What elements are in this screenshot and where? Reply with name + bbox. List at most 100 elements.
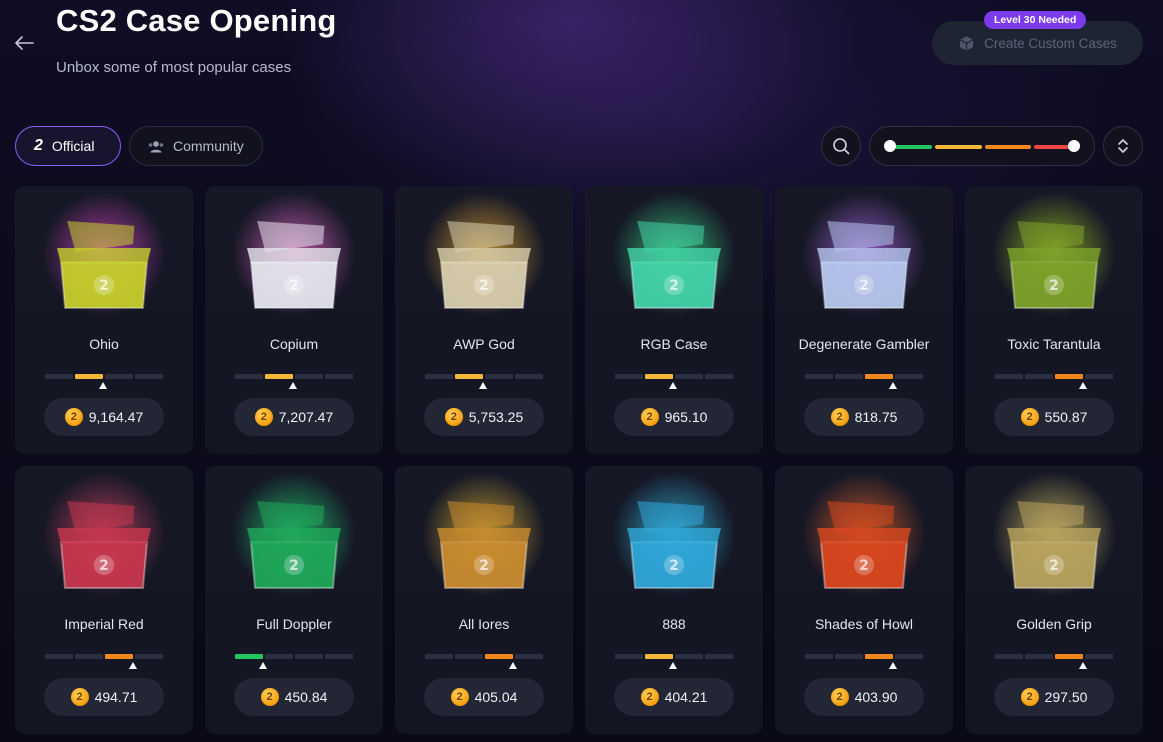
risk-meter-segment: [995, 374, 1023, 379]
search-icon: [833, 138, 850, 155]
case-price-button[interactable]: 2 7,207.47: [234, 398, 354, 436]
range-segment-green: [895, 145, 932, 149]
risk-meter-segment: [895, 654, 923, 659]
risk-meter-segment: [235, 654, 263, 659]
range-max-handle[interactable]: [1068, 140, 1080, 152]
case-price-button[interactable]: 2 9,164.47: [44, 398, 164, 436]
risk-meter: [235, 374, 353, 389]
case-card[interactable]: 2 AWP God 2 5,753.25: [395, 186, 573, 454]
risk-range-slider[interactable]: [869, 126, 1095, 166]
case-price-button[interactable]: 2 5,753.25: [424, 398, 544, 436]
case-name: RGB Case: [640, 336, 708, 352]
risk-meter-segment: [325, 374, 353, 379]
risk-meter-segment: [675, 374, 703, 379]
sort-button[interactable]: [1103, 126, 1143, 166]
case-name: Toxic Tarantula: [1007, 336, 1101, 352]
case-price-button[interactable]: 2 403.90: [804, 678, 924, 716]
risk-meter-segment: [865, 654, 893, 659]
back-button[interactable]: [12, 32, 36, 54]
case-card[interactable]: 2 Copium 2 7,207.47: [205, 186, 383, 454]
case-price: 450.84: [284, 689, 328, 705]
coin-icon: 2: [254, 408, 273, 426]
case-price-button[interactable]: 2 965.10: [614, 398, 734, 436]
case-image: 2: [799, 472, 929, 602]
case-card[interactable]: 2 888 2 404.21: [585, 466, 763, 734]
sort-updown-icon: [1118, 139, 1128, 153]
coin-icon: 2: [444, 408, 463, 426]
case-name: Copium: [269, 336, 319, 352]
case-card[interactable]: 2 Imperial Red 2 494.71: [15, 466, 193, 734]
svg-text:2: 2: [99, 278, 109, 294]
risk-meter-segment: [1055, 654, 1083, 659]
coin-icon: 2: [830, 688, 849, 706]
svg-text:2: 2: [99, 558, 109, 574]
risk-pointer-icon: [479, 382, 487, 389]
case-name: Degenerate Gambler: [798, 336, 930, 352]
case-price: 403.90: [854, 689, 898, 705]
tab-official-label: Official: [51, 138, 95, 154]
svg-text:2: 2: [859, 558, 869, 574]
case-name: Ohio: [89, 336, 119, 352]
risk-pointer-icon: [889, 662, 897, 669]
coin-icon: 2: [830, 408, 849, 426]
risk-meter-segment: [835, 654, 863, 659]
svg-text:2: 2: [1049, 278, 1059, 294]
risk-meter-segment: [835, 374, 863, 379]
case-price-button[interactable]: 2 818.75: [804, 398, 924, 436]
tab-community[interactable]: Community: [129, 126, 263, 166]
case-card[interactable]: 2 Golden Grip 2 297.50: [965, 466, 1143, 734]
case-card[interactable]: 2 Toxic Tarantula 2 550.87: [965, 186, 1143, 454]
risk-meter-segment: [105, 374, 133, 379]
case-image: 2: [39, 192, 169, 322]
page-subtitle: Unbox some of most popular cases: [56, 59, 292, 76]
risk-meter: [615, 654, 733, 669]
case-card[interactable]: 2 Shades of Howl 2 403.90: [775, 466, 953, 734]
case-name: AWP God: [453, 336, 515, 352]
risk-pointer-icon: [99, 382, 107, 389]
range-min-handle[interactable]: [884, 140, 896, 152]
risk-meter: [425, 374, 543, 389]
case-price-button[interactable]: 2 550.87: [994, 398, 1114, 436]
coin-icon: 2: [640, 688, 659, 706]
case-price: 550.87: [1044, 409, 1088, 425]
risk-meter-segment: [615, 654, 643, 659]
search-button[interactable]: [821, 126, 861, 166]
risk-pointer-icon: [889, 382, 897, 389]
risk-meter-segment: [515, 654, 543, 659]
case-name: Shades of Howl: [814, 616, 914, 632]
tab-official[interactable]: 2 Official: [15, 126, 121, 166]
coin-icon: 2: [450, 688, 469, 706]
case-price: 297.50: [1044, 689, 1088, 705]
case-price: 7,207.47: [278, 409, 334, 425]
case-price-button[interactable]: 2 405.04: [424, 678, 544, 716]
case-name: Imperial Red: [64, 616, 144, 632]
case-card[interactable]: 2 Full Doppler 2 450.84: [205, 466, 383, 734]
risk-pointer-icon: [509, 662, 517, 669]
svg-text:2: 2: [289, 278, 299, 294]
case-price: 494.71: [94, 689, 138, 705]
risk-meter-segment: [1025, 374, 1053, 379]
case-card[interactable]: 2 All Iores 2 405.04: [395, 466, 573, 734]
svg-text:2: 2: [669, 558, 679, 574]
case-price-button[interactable]: 2 404.21: [614, 678, 734, 716]
svg-text:2: 2: [1049, 558, 1059, 574]
case-name: Golden Grip: [1016, 616, 1092, 632]
risk-meter-segment: [135, 374, 163, 379]
case-card[interactable]: 2 Ohio 2 9,164.47: [15, 186, 193, 454]
tab-community-label: Community: [173, 138, 244, 154]
risk-meter-segment: [455, 374, 483, 379]
case-price-button[interactable]: 2 297.50: [994, 678, 1114, 716]
level-required-badge: Level 30 Needed: [984, 11, 1087, 29]
case-price-button[interactable]: 2 450.84: [234, 678, 354, 716]
case-card[interactable]: 2 Degenerate Gambler 2 818.75: [775, 186, 953, 454]
case-card[interactable]: 2 RGB Case 2 965.10: [585, 186, 763, 454]
case-price-button[interactable]: 2 494.71: [44, 678, 164, 716]
case-price: 965.10: [664, 409, 708, 425]
risk-meter-segment: [425, 374, 453, 379]
risk-meter: [45, 374, 163, 389]
case-box-icon: [959, 36, 974, 50]
risk-meter: [995, 654, 1113, 669]
risk-meter-segment: [615, 374, 643, 379]
case-name: Full Doppler: [256, 616, 332, 632]
risk-meter: [805, 654, 923, 669]
